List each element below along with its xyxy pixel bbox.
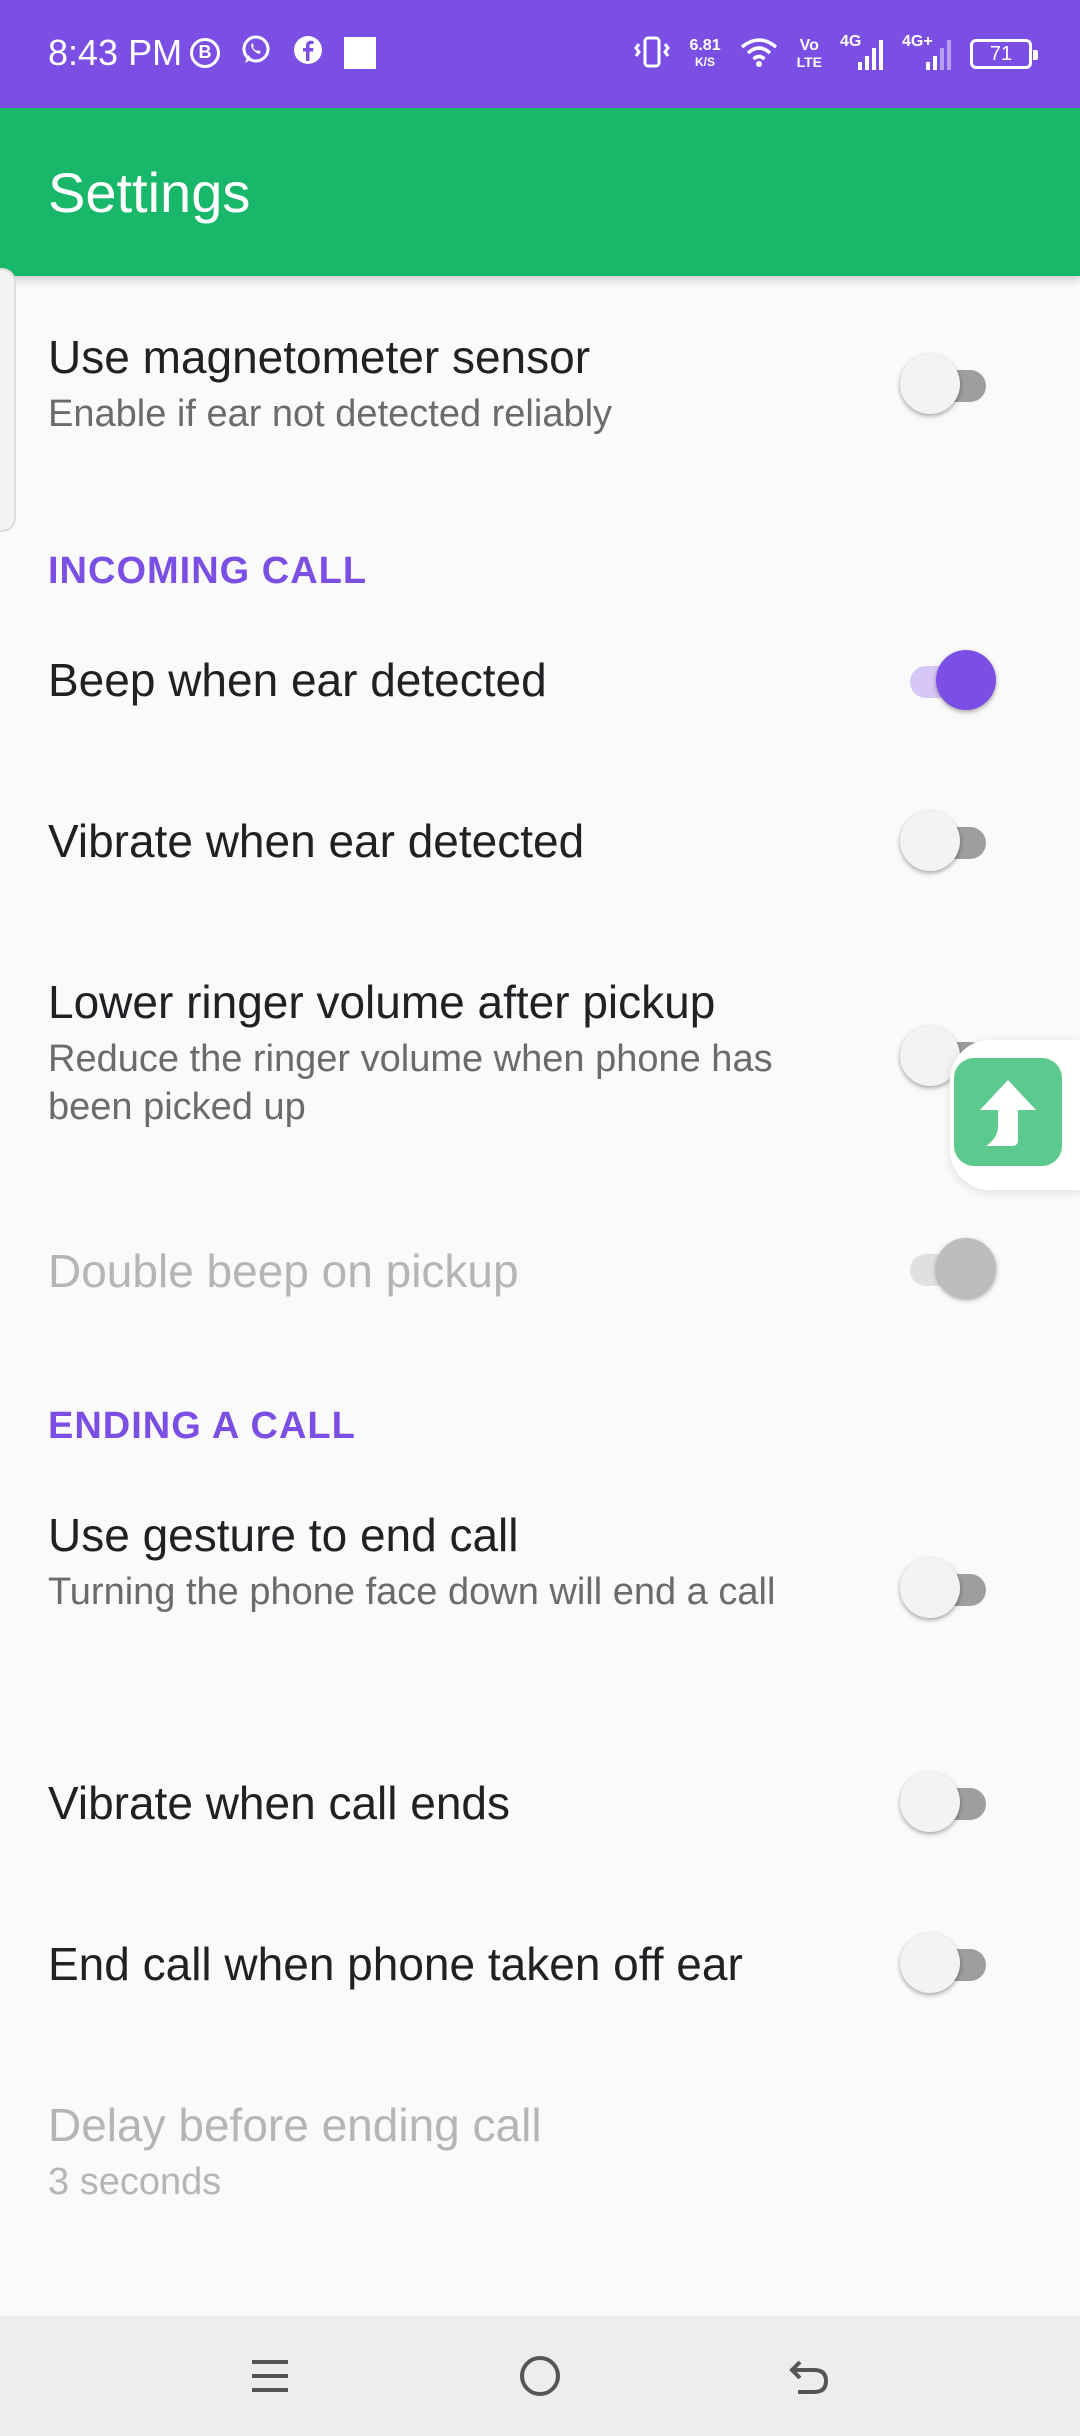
setting-title: Use magnetometer sensor	[48, 331, 591, 383]
section-header-ending-call: ENDING A CALL	[48, 1405, 356, 1447]
arrow-up-icon	[980, 1080, 1036, 1146]
setting-summary: Enable if ear not detected reliably	[48, 393, 613, 435]
volte-bottom: LTE	[796, 54, 822, 70]
setting-title: Delay before ending call	[48, 2099, 542, 2151]
setting-beep-ear-detected[interactable]: Beep when ear detected	[48, 653, 1038, 707]
setting-summary: Reduce the ringer volume when phone has …	[48, 1038, 773, 1128]
beep-switch[interactable]	[900, 650, 996, 710]
navigation-bar	[0, 2316, 1080, 2436]
edge-panel-handle[interactable]	[0, 268, 16, 532]
facebook-icon	[292, 34, 324, 71]
notification-icons: B	[190, 34, 376, 71]
setting-title: End call when phone taken off ear	[48, 1938, 743, 1990]
system-icons: 6.81 K/S Vo LTE 4G 4G+ 71	[633, 30, 1038, 78]
status-bar: 8:43 PM B 6.81 K/S Vo LTE 4G 4G+ 71	[0, 0, 1080, 108]
volte-indicator: Vo LTE	[796, 37, 822, 71]
setting-title: Lower ringer volume after pickup	[48, 976, 716, 1028]
battery-level: 71	[989, 42, 1013, 65]
setting-double-beep: Double beep on pickup	[48, 1244, 1038, 1298]
setting-summary: 3 seconds	[48, 2161, 222, 2203]
setting-lower-ringer-volume[interactable]: Lower ringer volume after pickup Reduce …	[48, 975, 1038, 1131]
setting-delay-ending-call: Delay before ending call 3 seconds	[48, 2098, 1038, 2206]
whatsapp-icon	[240, 34, 272, 71]
scroll-up-button[interactable]	[954, 1058, 1062, 1166]
net-speed: 6.81 K/S	[689, 38, 720, 70]
battery-icon: 71	[970, 39, 1038, 69]
setting-end-off-ear[interactable]: End call when phone taken off ear	[48, 1937, 1038, 1991]
volte-top: Vo	[799, 37, 819, 54]
gesture-end-switch[interactable]	[900, 1558, 996, 1618]
setting-title: Vibrate when ear detected	[48, 815, 585, 867]
app-bar: Settings	[0, 108, 1080, 276]
vibrate-icon	[633, 35, 671, 74]
setting-summary: Turning the phone face down will end a c…	[48, 1571, 776, 1613]
magnetometer-switch[interactable]	[900, 354, 996, 414]
section-header-incoming-call: INCOMING CALL	[48, 550, 368, 592]
home-icon[interactable]	[510, 2346, 570, 2406]
double-beep-switch	[900, 1238, 996, 1298]
setting-gesture-end-call[interactable]: Use gesture to end call Turning the phon…	[48, 1508, 1038, 1616]
net-speed-value: 6.81	[689, 37, 721, 54]
end-off-ear-switch[interactable]	[900, 1933, 996, 1993]
page-title: Settings	[48, 161, 251, 224]
setting-vibrate-ear-detected[interactable]: Vibrate when ear detected	[48, 814, 1038, 868]
net-speed-unit: K/S	[695, 55, 716, 69]
setting-title: Beep when ear detected	[48, 654, 547, 706]
setting-magnetometer[interactable]: Use magnetometer sensor Enable if ear no…	[48, 330, 1038, 438]
b-circle-icon: B	[190, 37, 220, 68]
vibrate-end-switch[interactable]	[900, 1772, 996, 1832]
setting-title: Vibrate when call ends	[48, 1777, 510, 1829]
wifi-icon	[739, 36, 779, 73]
sim2-signal-icon: 4G+	[902, 34, 952, 74]
setting-vibrate-call-ends[interactable]: Vibrate when call ends	[48, 1776, 1038, 1830]
square-icon	[344, 36, 376, 69]
back-icon[interactable]	[780, 2346, 840, 2406]
menu-icon[interactable]	[240, 2346, 300, 2406]
sim1-signal-icon: 4G	[840, 34, 884, 74]
setting-title: Double beep on pickup	[48, 1245, 519, 1297]
status-time: 8:43 PM	[48, 32, 183, 73]
vibrate-detected-switch[interactable]	[900, 811, 996, 871]
setting-title: Use gesture to end call	[48, 1509, 519, 1561]
